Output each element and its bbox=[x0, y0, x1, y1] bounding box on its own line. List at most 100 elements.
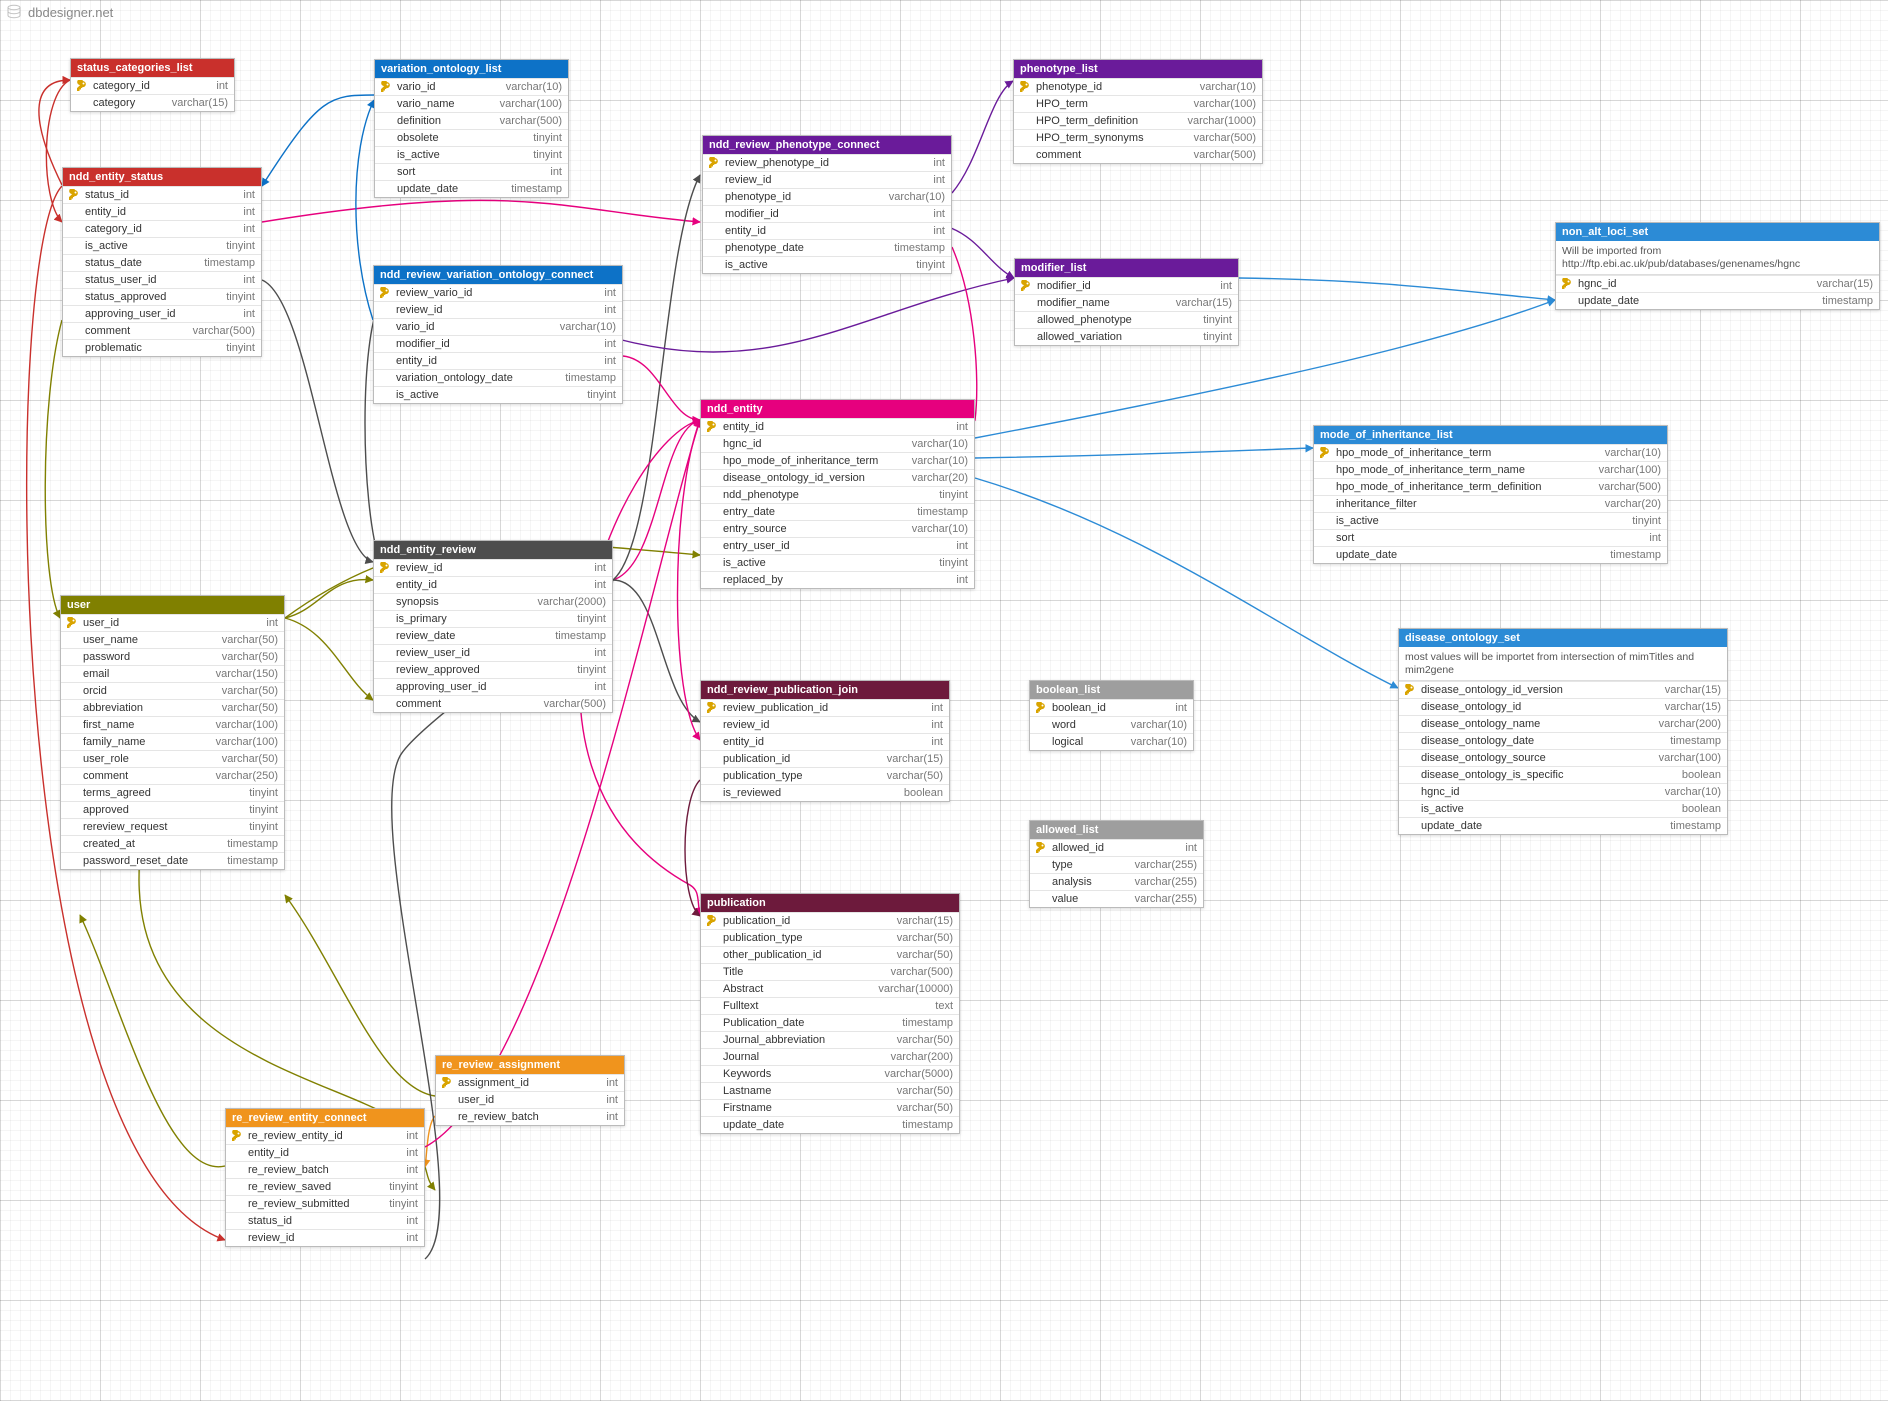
table-ndd_review_publication_join[interactable]: ndd_review_publication_joinreview_public… bbox=[700, 680, 950, 802]
table-header[interactable]: mode_of_inheritance_list bbox=[1314, 426, 1667, 444]
table-header[interactable]: variation_ontology_list bbox=[375, 60, 568, 78]
table-ndd_entity_status[interactable]: ndd_entity_statusstatus_idintentity_idin… bbox=[62, 167, 262, 357]
table-header[interactable]: ndd_entity_review bbox=[374, 541, 612, 559]
column-row[interactable]: user_idint bbox=[61, 614, 284, 631]
table-header[interactable]: modifier_list bbox=[1015, 259, 1238, 277]
column-row[interactable]: phenotype_datetimestamp bbox=[703, 239, 951, 256]
column-row[interactable]: vario_idvarchar(10) bbox=[374, 318, 622, 335]
column-row[interactable]: commentvarchar(500) bbox=[374, 695, 612, 712]
column-row[interactable]: ndd_phenotypetinyint bbox=[701, 486, 974, 503]
table-header[interactable]: ndd_review_phenotype_connect bbox=[703, 136, 951, 154]
column-row[interactable]: phenotype_idvarchar(10) bbox=[1014, 78, 1262, 95]
column-row[interactable]: entity_idint bbox=[226, 1144, 424, 1161]
column-row[interactable]: update_datetimestamp bbox=[1314, 546, 1667, 563]
column-row[interactable]: variation_ontology_datetimestamp bbox=[374, 369, 622, 386]
column-row[interactable]: abbreviationvarchar(50) bbox=[61, 699, 284, 716]
column-row[interactable]: review_idint bbox=[701, 716, 949, 733]
table-modifier_list[interactable]: modifier_listmodifier_idintmodifier_name… bbox=[1014, 258, 1239, 346]
column-row[interactable]: disease_ontology_sourcevarchar(100) bbox=[1399, 749, 1727, 766]
column-row[interactable]: publication_idvarchar(15) bbox=[701, 750, 949, 767]
column-row[interactable]: disease_ontology_namevarchar(200) bbox=[1399, 715, 1727, 732]
table-non_alt_loci_set[interactable]: non_alt_loci_setWill be imported from ht… bbox=[1555, 222, 1880, 310]
table-re_review_assignment[interactable]: re_review_assignmentassignment_idintuser… bbox=[435, 1055, 625, 1126]
column-row[interactable]: Keywordsvarchar(5000) bbox=[701, 1065, 959, 1082]
column-row[interactable]: is_primarytinyint bbox=[374, 610, 612, 627]
column-row[interactable]: Lastnamevarchar(50) bbox=[701, 1082, 959, 1099]
table-phenotype_list[interactable]: phenotype_listphenotype_idvarchar(10)HPO… bbox=[1013, 59, 1263, 164]
column-row[interactable]: vario_idvarchar(10) bbox=[375, 78, 568, 95]
table-publication[interactable]: publicationpublication_idvarchar(15)publ… bbox=[700, 893, 960, 1134]
column-row[interactable]: logicalvarchar(10) bbox=[1030, 733, 1193, 750]
table-header[interactable]: re_review_entity_connect bbox=[226, 1109, 424, 1127]
column-row[interactable]: is_activetinyint bbox=[63, 237, 261, 254]
table-ndd_review_phenotype_connect[interactable]: ndd_review_phenotype_connectreview_pheno… bbox=[702, 135, 952, 274]
column-row[interactable]: is_activetinyint bbox=[703, 256, 951, 273]
column-row[interactable]: user_namevarchar(50) bbox=[61, 631, 284, 648]
column-row[interactable]: publication_typevarchar(50) bbox=[701, 767, 949, 784]
column-row[interactable]: phenotype_idvarchar(10) bbox=[703, 188, 951, 205]
column-row[interactable]: vario_namevarchar(100) bbox=[375, 95, 568, 112]
column-row[interactable]: hgnc_idvarchar(10) bbox=[1399, 783, 1727, 800]
column-row[interactable]: entity_idint bbox=[703, 222, 951, 239]
column-row[interactable]: modifier_namevarchar(15) bbox=[1015, 294, 1238, 311]
column-row[interactable]: categoryvarchar(15) bbox=[71, 94, 234, 111]
column-row[interactable]: wordvarchar(10) bbox=[1030, 716, 1193, 733]
column-row[interactable]: hpo_mode_of_inheritance_term_namevarchar… bbox=[1314, 461, 1667, 478]
column-row[interactable]: HPO_termvarchar(100) bbox=[1014, 95, 1262, 112]
table-header[interactable]: disease_ontology_set bbox=[1399, 629, 1727, 647]
table-disease_ontology_set[interactable]: disease_ontology_setmost values will be … bbox=[1398, 628, 1728, 835]
column-row[interactable]: update_datetimestamp bbox=[375, 180, 568, 197]
table-header[interactable]: ndd_entity_status bbox=[63, 168, 261, 186]
column-row[interactable]: allowed_phenotypetinyint bbox=[1015, 311, 1238, 328]
column-row[interactable]: entity_idint bbox=[374, 576, 612, 593]
table-header[interactable]: non_alt_loci_set bbox=[1556, 223, 1879, 241]
column-row[interactable]: definitionvarchar(500) bbox=[375, 112, 568, 129]
table-header[interactable]: user bbox=[61, 596, 284, 614]
column-row[interactable]: user_idint bbox=[436, 1091, 624, 1108]
column-row[interactable]: status_idint bbox=[226, 1212, 424, 1229]
column-row[interactable]: review_idint bbox=[374, 559, 612, 576]
table-boolean_list[interactable]: boolean_listboolean_idintwordvarchar(10)… bbox=[1029, 680, 1194, 751]
column-row[interactable]: Titlevarchar(500) bbox=[701, 963, 959, 980]
table-variation_ontology_list[interactable]: variation_ontology_listvario_idvarchar(1… bbox=[374, 59, 569, 198]
column-row[interactable]: obsoletetinyint bbox=[375, 129, 568, 146]
column-row[interactable]: emailvarchar(150) bbox=[61, 665, 284, 682]
table-header[interactable]: status_categories_list bbox=[71, 59, 234, 77]
column-row[interactable]: disease_ontology_idvarchar(15) bbox=[1399, 698, 1727, 715]
column-row[interactable]: password_reset_datetimestamp bbox=[61, 852, 284, 869]
column-row[interactable]: approving_user_idint bbox=[374, 678, 612, 695]
column-row[interactable]: approving_user_idint bbox=[63, 305, 261, 322]
column-row[interactable]: first_namevarchar(100) bbox=[61, 716, 284, 733]
column-row[interactable]: is_activeboolean bbox=[1399, 800, 1727, 817]
column-row[interactable]: publication_idvarchar(15) bbox=[701, 912, 959, 929]
column-row[interactable]: status_datetimestamp bbox=[63, 254, 261, 271]
column-row[interactable]: hpo_mode_of_inheritance_termvarchar(10) bbox=[1314, 444, 1667, 461]
column-row[interactable]: problematictinyint bbox=[63, 339, 261, 356]
column-row[interactable]: Journalvarchar(200) bbox=[701, 1048, 959, 1065]
column-row[interactable]: boolean_idint bbox=[1030, 699, 1193, 716]
column-row[interactable]: orcidvarchar(50) bbox=[61, 682, 284, 699]
column-row[interactable]: terms_agreedtinyint bbox=[61, 784, 284, 801]
column-row[interactable]: review_idint bbox=[374, 301, 622, 318]
column-row[interactable]: disease_ontology_datetimestamp bbox=[1399, 732, 1727, 749]
column-row[interactable]: is_reviewedboolean bbox=[701, 784, 949, 801]
column-row[interactable]: valuevarchar(255) bbox=[1030, 890, 1203, 907]
column-row[interactable]: created_attimestamp bbox=[61, 835, 284, 852]
column-row[interactable]: hgnc_idvarchar(15) bbox=[1556, 275, 1879, 292]
column-row[interactable]: Abstractvarchar(10000) bbox=[701, 980, 959, 997]
column-row[interactable]: re_review_entity_idint bbox=[226, 1127, 424, 1144]
column-row[interactable]: other_publication_idvarchar(50) bbox=[701, 946, 959, 963]
column-row[interactable]: synopsisvarchar(2000) bbox=[374, 593, 612, 610]
column-row[interactable]: review_approvedtinyint bbox=[374, 661, 612, 678]
column-row[interactable]: sortint bbox=[1314, 529, 1667, 546]
column-row[interactable]: review_idint bbox=[226, 1229, 424, 1246]
column-row[interactable]: Journal_abbreviationvarchar(50) bbox=[701, 1031, 959, 1048]
column-row[interactable]: disease_ontology_id_versionvarchar(15) bbox=[1399, 681, 1727, 698]
column-row[interactable]: entity_idint bbox=[63, 203, 261, 220]
column-row[interactable]: inheritance_filtervarchar(20) bbox=[1314, 495, 1667, 512]
table-mode_of_inheritance_list[interactable]: mode_of_inheritance_listhpo_mode_of_inhe… bbox=[1313, 425, 1668, 564]
column-row[interactable]: review_phenotype_idint bbox=[703, 154, 951, 171]
column-row[interactable]: allowed_variationtinyint bbox=[1015, 328, 1238, 345]
column-row[interactable]: re_review_batchint bbox=[436, 1108, 624, 1125]
table-ndd_entity[interactable]: ndd_entityentity_idinthgnc_idvarchar(10)… bbox=[700, 399, 975, 589]
